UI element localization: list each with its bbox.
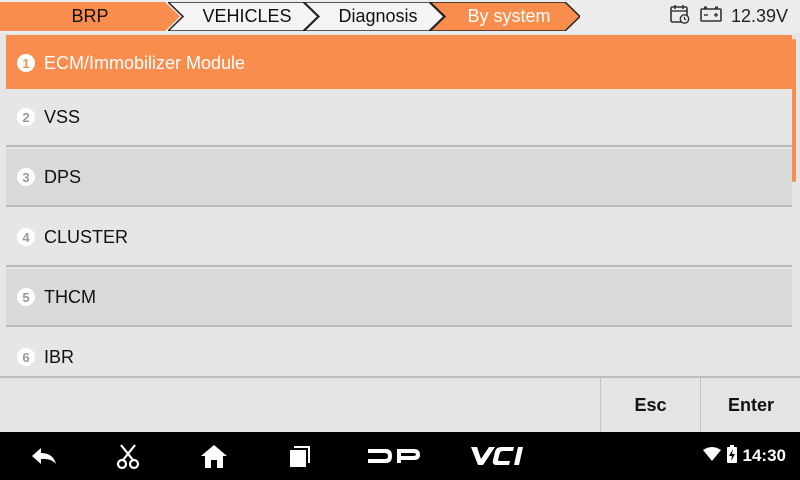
voltage-readout: 12.39V: [730, 6, 788, 26]
list-item[interactable]: 3 DPS: [6, 149, 792, 207]
calendar-clock-icon: [669, 3, 691, 30]
list-item[interactable]: 6 IBR: [6, 329, 792, 376]
breadcrumb-item-vehicles[interactable]: VEHICLES: [168, 2, 318, 31]
scissors-icon[interactable]: [110, 440, 146, 472]
esc-button[interactable]: Esc: [600, 378, 700, 432]
item-number-badge: 3: [17, 168, 35, 186]
command-bar: Esc Enter: [0, 376, 800, 432]
list-item[interactable]: 4 CLUSTER: [6, 209, 792, 267]
breadcrumb-item-by-system[interactable]: By system: [430, 2, 580, 31]
status-area: 12.39V: [669, 0, 788, 33]
breadcrumb-label-diagnosis: Diagnosis: [338, 6, 418, 26]
home-icon[interactable]: [196, 440, 232, 472]
item-number-badge: 5: [17, 288, 35, 306]
dp-glyph: [368, 449, 420, 463]
list-item[interactable]: 2 VSS: [6, 89, 792, 147]
breadcrumb-item-brp[interactable]: BRP: [0, 2, 180, 31]
item-number-badge: 6: [17, 348, 35, 366]
item-label: IBR: [44, 346, 75, 367]
system-status: 14:30: [702, 432, 786, 480]
item-label: THCM: [44, 286, 96, 307]
item-number-badge: 4: [17, 228, 35, 246]
breadcrumb-label-by-system: By system: [467, 6, 551, 26]
item-number-badge: 1: [17, 54, 35, 72]
wifi-icon: [702, 446, 721, 466]
enter-button[interactable]: Enter: [700, 378, 800, 432]
item-label: CLUSTER: [44, 226, 129, 247]
system-list: 1 ECM/Immobilizer Module 2 VSS 3 DPS 4 C…: [0, 33, 800, 376]
recent-apps-icon[interactable]: [281, 440, 317, 472]
clock-time: 14:30: [742, 446, 786, 465]
item-label: ECM/Immobilizer Module: [44, 52, 246, 73]
list-item[interactable]: 1 ECM/Immobilizer Module: [6, 35, 792, 93]
battery-charging-icon: [726, 444, 737, 468]
breadcrumb-label-brp: BRP: [71, 6, 109, 26]
vci-glyph: [471, 447, 523, 465]
top-bar: BRP VEHICLES Diagnosis By system 12.39V: [0, 0, 800, 33]
back-icon[interactable]: [26, 440, 62, 472]
dp-icon[interactable]: [364, 440, 424, 472]
list-item[interactable]: 5 THCM: [6, 269, 792, 327]
breadcrumb-item-diagnosis[interactable]: Diagnosis: [304, 2, 444, 31]
item-number-badge: 2: [17, 108, 35, 126]
breadcrumb-label-vehicles: VEHICLES: [202, 6, 292, 26]
item-label: DPS: [44, 166, 82, 187]
system-nav-bar: 14:30: [0, 432, 800, 480]
item-label: VSS: [44, 106, 81, 127]
vci-icon[interactable]: [466, 440, 530, 472]
car-battery-icon: [699, 5, 723, 28]
list-scrollbar[interactable]: [792, 39, 796, 182]
